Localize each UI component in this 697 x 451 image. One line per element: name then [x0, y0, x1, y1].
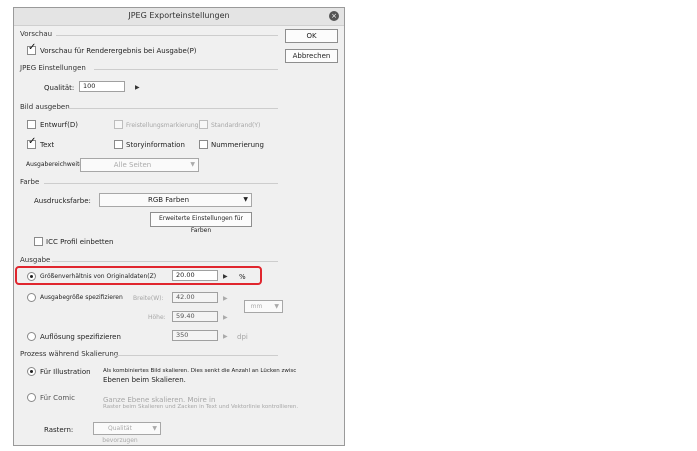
- comic-desc-line2: Raster beim Skalieren und Zacken in Text…: [103, 404, 299, 410]
- icc-profile-checkbox[interactable]: [34, 237, 43, 246]
- output-image-section-label: Bild ausgeben: [20, 103, 70, 111]
- divider: [114, 355, 278, 356]
- story-info-label: Storyinformation: [126, 141, 185, 149]
- quality-slider-arrow-icon[interactable]: ▶: [135, 84, 140, 91]
- draft-checkbox[interactable]: [27, 120, 36, 129]
- illustration-desc-line1: Als kombiniertes Bild skalieren. Dies se…: [103, 368, 297, 374]
- output-range-value: Alle Seiten: [113, 161, 152, 169]
- output-range-select[interactable]: Alle Seiten ▼: [80, 158, 199, 172]
- numbering-checkbox[interactable]: [199, 140, 208, 149]
- chevron-down-icon: ▼: [190, 161, 195, 168]
- unit-value: mm: [250, 303, 263, 310]
- color-section-label: Farbe: [20, 178, 40, 186]
- text-checkbox[interactable]: ✓: [27, 136, 36, 149]
- height-input[interactable]: 59.40: [172, 311, 218, 322]
- cancel-button[interactable]: Abbrechen: [285, 49, 338, 63]
- preview-checkbox-label: Vorschau für Renderergebnis bei Ausgabe(…: [40, 47, 197, 55]
- jpeg-section-label: JPEG Einstellungen: [20, 64, 86, 72]
- divider: [56, 35, 278, 36]
- radio-selected-dot: [30, 370, 33, 373]
- raster-label: Rastern:: [44, 426, 74, 434]
- illustration-label: Für Illustration: [40, 368, 91, 376]
- divider: [52, 261, 278, 262]
- unit-select[interactable]: mm ▼: [244, 300, 283, 313]
- size-radio[interactable]: [27, 293, 36, 302]
- resolution-input[interactable]: 350: [172, 330, 218, 341]
- raster-select[interactable]: Qualität bevorzugen ▼: [93, 422, 161, 444]
- output-section-label: Ausgabe: [20, 256, 51, 264]
- output-range-label: Ausgabereichweite:: [26, 161, 86, 168]
- divider: [94, 69, 278, 70]
- output-color-select[interactable]: RGB Farben ▼: [99, 193, 252, 207]
- scaling-section-label: Prozess während Skalierung: [20, 350, 119, 358]
- border-mark-label: Freistellungsmarkierung: [126, 122, 199, 129]
- comic-desc-line1: Ganze Ebene skalieren. Moire in: [103, 396, 216, 404]
- output-color-value: RGB Farben: [147, 196, 190, 204]
- raster-value: Qualität bevorzugen: [102, 425, 138, 444]
- numbering-label: Nummerierung: [211, 141, 264, 149]
- size-label: Ausgabegröße spezifizieren: [40, 294, 123, 301]
- title-bar: JPEG Exporteinstellungen ×: [14, 8, 344, 26]
- resolution-radio[interactable]: [27, 332, 36, 341]
- width-input[interactable]: 42.00: [172, 292, 218, 303]
- draft-label: Entwurf(D): [40, 121, 78, 129]
- story-info-checkbox[interactable]: [114, 140, 123, 149]
- height-label: Höhe:: [148, 314, 166, 321]
- checkmark-icon: ✓: [28, 42, 37, 53]
- chevron-down-icon: ▼: [243, 196, 248, 203]
- divider: [44, 183, 278, 184]
- chevron-down-icon: ▼: [152, 425, 157, 432]
- close-icon[interactable]: ×: [329, 11, 339, 21]
- resolution-slider-arrow-icon[interactable]: ▶: [223, 333, 228, 340]
- text-label: Text: [40, 141, 55, 149]
- comic-radio[interactable]: [27, 393, 36, 402]
- highlight-box: [15, 266, 262, 285]
- chevron-down-icon: ▼: [274, 303, 279, 310]
- preview-section-label: Vorschau: [20, 30, 53, 38]
- quality-label: Qualität:: [44, 84, 75, 92]
- default-border-label: Standardrand(Y): [211, 122, 261, 129]
- dialog-title: JPEG Exporteinstellungen: [128, 11, 230, 20]
- illustration-desc-line2: Ebenen beim Skalieren.: [103, 376, 186, 384]
- ok-button[interactable]: OK: [285, 29, 338, 43]
- output-color-label: Ausdrucksfarbe:: [34, 197, 91, 205]
- default-border-checkbox[interactable]: [199, 120, 208, 129]
- illustration-radio[interactable]: [27, 367, 36, 376]
- comic-label: Für Comic: [40, 394, 75, 402]
- advanced-color-settings-button[interactable]: Erweiterte Einstellungen für Farben: [150, 212, 252, 234]
- jpeg-export-dialog: JPEG Exporteinstellungen × OK Abbrechen …: [13, 7, 345, 446]
- resolution-unit: dpi: [237, 333, 248, 341]
- width-slider-arrow-icon[interactable]: ▶: [223, 295, 228, 302]
- checkmark-icon: ✓: [28, 136, 37, 147]
- resolution-label: Auflösung spezifizieren: [40, 333, 121, 341]
- icc-profile-label: ICC Profil einbetten: [46, 238, 114, 246]
- preview-checkbox[interactable]: ✓: [27, 42, 36, 55]
- height-slider-arrow-icon[interactable]: ▶: [223, 314, 228, 321]
- quality-input[interactable]: 100: [79, 81, 125, 92]
- width-label: Breite(W):: [133, 295, 164, 302]
- divider: [68, 108, 278, 109]
- border-mark-checkbox[interactable]: [114, 120, 123, 129]
